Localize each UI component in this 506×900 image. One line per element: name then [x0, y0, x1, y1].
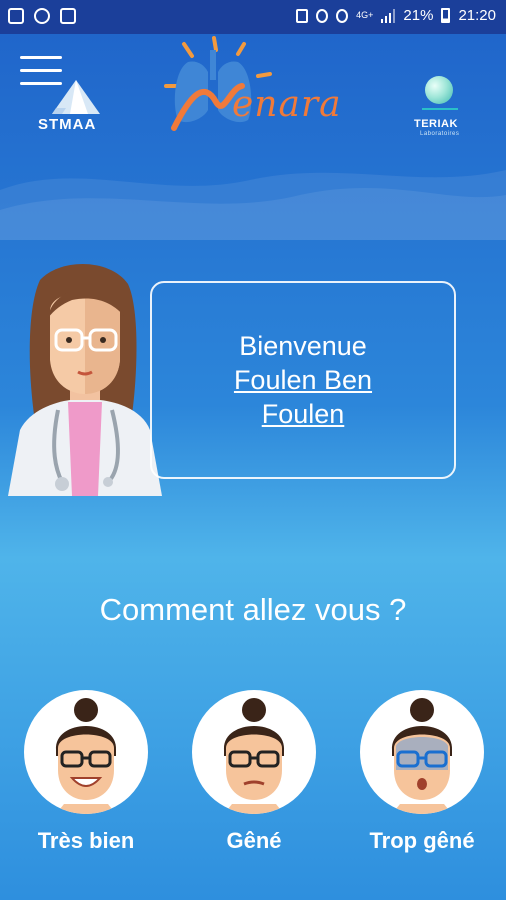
battery-percent: 21% — [403, 7, 434, 24]
happy-face-icon[interactable] — [24, 690, 148, 814]
mood-label: Très bien — [37, 828, 135, 853]
app-logo-text: enara — [232, 84, 342, 125]
mood-label: Gêné — [226, 828, 282, 853]
messenger-icon — [34, 8, 50, 24]
teriak-sublabel: Laboratoires — [420, 131, 460, 137]
mood-option-gene[interactable]: Gêné — [192, 690, 316, 854]
teriak-logo-icon — [425, 76, 453, 104]
mood-option-trop-gene[interactable]: Trop gêné — [360, 690, 484, 854]
user-name-link[interactable]: Foulen Ben Foulen — [213, 363, 393, 431]
network-type: 4G+ — [356, 10, 374, 20]
clock: 21:20 — [458, 7, 496, 24]
status-icons: 4G+ 21% 21:20 — [296, 7, 496, 24]
image-notification-icon — [8, 8, 24, 24]
background-waves — [0, 170, 506, 240]
app-notification-icon — [60, 8, 76, 24]
teriak-label: TERIAK — [414, 118, 458, 130]
status-bar: 4G+ 21% 21:20 — [0, 0, 506, 34]
sick-face-icon[interactable] — [360, 690, 484, 814]
mute-icon — [316, 8, 329, 23]
alarm-icon — [336, 8, 349, 23]
mood-option-tres-bien[interactable]: Très bien — [24, 690, 148, 854]
battery-icon — [441, 8, 451, 23]
lock-icon — [296, 8, 309, 23]
mood-question: Comment allez vous ? — [99, 592, 407, 627]
mood-label: Trop gêné — [369, 828, 475, 853]
welcome-greeting: Bienvenue — [239, 331, 367, 361]
stmaa-label: STMAA — [38, 116, 97, 133]
neutral-face-icon[interactable] — [192, 690, 316, 814]
signal-icon — [381, 8, 396, 23]
teriak-logo-divider — [422, 108, 458, 110]
doctor-avatar — [8, 263, 162, 496]
notification-icons — [8, 8, 76, 24]
welcome-card: Bienvenue Foulen Ben Foulen — [150, 281, 456, 479]
